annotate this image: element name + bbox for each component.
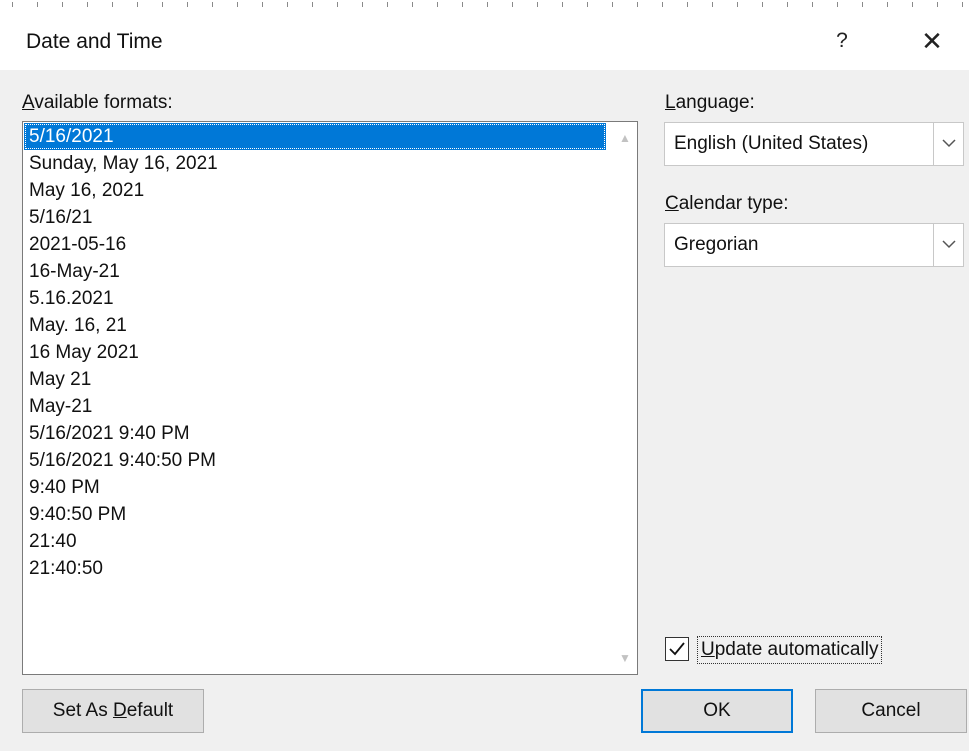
- button-text: efault: [126, 700, 174, 721]
- list-item[interactable]: 16-May-21: [24, 258, 614, 285]
- language-select[interactable]: English (United States): [664, 122, 964, 166]
- checkmark-icon: [669, 642, 685, 656]
- update-automatically-label[interactable]: Update automatically: [697, 636, 883, 664]
- vertical-scrollbar[interactable]: ▲ ▼: [614, 123, 636, 673]
- list-item[interactable]: Sunday, May 16, 2021: [24, 150, 614, 177]
- list-item[interactable]: 21:40: [24, 528, 614, 555]
- label-text: alendar type:: [678, 193, 789, 214]
- access-key: D: [112, 700, 127, 721]
- list-item[interactable]: May-21: [24, 393, 614, 420]
- available-formats-listbox[interactable]: 5/16/2021 Sunday, May 16, 2021 May 16, 202…: [22, 121, 638, 675]
- label-text: anguage:: [675, 92, 755, 113]
- format-list: 5/16/2021 Sunday, May 16, 2021 May 16, 202…: [24, 123, 614, 673]
- list-item[interactable]: 5/16/21: [24, 204, 614, 231]
- calendar-type-select[interactable]: Gregorian: [664, 223, 964, 267]
- list-item[interactable]: May 21: [24, 366, 614, 393]
- date-time-dialog: Date and Time ? ✕ Available formats: 5/1…: [0, 12, 969, 751]
- ok-button[interactable]: OK: [641, 689, 793, 733]
- list-item[interactable]: 21:40:50: [24, 555, 614, 582]
- close-button[interactable]: ✕: [910, 24, 954, 58]
- access-key: A: [22, 92, 35, 113]
- label-text: pdate automatically: [714, 639, 879, 660]
- button-text: Set As: [52, 700, 113, 721]
- language-label: Language:: [665, 92, 755, 114]
- list-item[interactable]: 5/16/2021: [24, 123, 606, 150]
- scroll-down-icon[interactable]: ▼: [614, 647, 636, 669]
- access-key: L: [665, 92, 676, 113]
- list-item[interactable]: May. 16, 21: [24, 312, 614, 339]
- language-value: English (United States): [674, 133, 869, 154]
- list-item[interactable]: 5/16/2021 9:40 PM: [24, 420, 614, 447]
- set-as-default-button[interactable]: Set As Default: [22, 689, 204, 733]
- chevron-down-icon: [942, 240, 956, 249]
- language-dropdown-button[interactable]: [933, 123, 963, 165]
- scroll-up-icon[interactable]: ▲: [614, 127, 636, 149]
- update-automatically-checkbox[interactable]: [665, 637, 689, 661]
- help-button[interactable]: ?: [820, 24, 864, 58]
- list-item[interactable]: 5.16.2021: [24, 285, 614, 312]
- list-item[interactable]: 9:40 PM: [24, 474, 614, 501]
- list-item[interactable]: 2021-05-16: [24, 231, 614, 258]
- calendar-type-label: Calendar type:: [665, 193, 789, 215]
- calendar-dropdown-button[interactable]: [933, 224, 963, 266]
- label-text: vailable formats:: [34, 92, 173, 113]
- cancel-button[interactable]: Cancel: [815, 689, 967, 733]
- list-item[interactable]: 9:40:50 PM: [24, 501, 614, 528]
- list-item[interactable]: 5/16/2021 9:40:50 PM: [24, 447, 614, 474]
- dialog-title: Date and Time: [26, 30, 163, 53]
- available-formats-label: Available formats:: [22, 92, 173, 114]
- list-item[interactable]: 16 May 2021: [24, 339, 614, 366]
- list-item[interactable]: May 16, 2021: [24, 177, 614, 204]
- calendar-type-value: Gregorian: [674, 234, 759, 255]
- chevron-down-icon: [942, 139, 956, 148]
- dialog-titlebar: Date and Time ? ✕: [0, 12, 969, 70]
- access-key: U: [701, 639, 715, 660]
- access-key: C: [665, 193, 679, 214]
